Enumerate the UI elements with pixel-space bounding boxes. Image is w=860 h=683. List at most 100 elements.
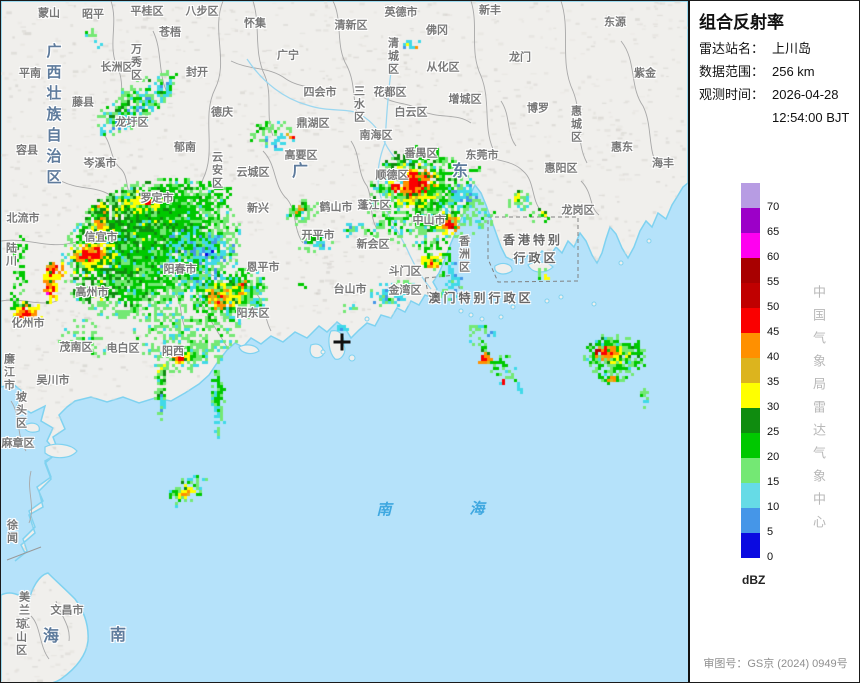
legend-swatch (741, 358, 760, 383)
map-label: 开平市 (301, 229, 335, 242)
legend-swatch (741, 208, 760, 233)
map-label: 茂南区 (59, 341, 93, 354)
map-label: 龙岗区 (561, 204, 595, 217)
map-label: 龙门 (509, 51, 531, 64)
map-label: 行政区 (513, 251, 559, 265)
station-row: 雷达站名： 上川岛 (699, 37, 849, 60)
map-label: 英德市 (384, 6, 418, 19)
map-label: 博罗 (527, 102, 549, 115)
map-label: 南海区 (359, 129, 393, 142)
obstime-date: 2026-04-28 (772, 87, 839, 102)
map-label: 鹤山市 (319, 201, 353, 214)
map-label: 蓬江区 (357, 199, 391, 212)
map-label: 郁南 (174, 141, 196, 154)
map-label: 海 (469, 500, 485, 518)
map-label: 惠阳区 (544, 162, 578, 175)
map-label: 平南 (19, 67, 41, 80)
map-label: 台山市 (333, 283, 367, 296)
map-label: 广宁 (277, 49, 299, 62)
map-approval-number: 审图号：GS京 (2024) 0949号 (703, 658, 848, 670)
map-label: 增城区 (448, 93, 482, 106)
map-label: 昭平 (82, 8, 104, 21)
map-label: 坡头区 (14, 391, 27, 430)
legend-swatch (741, 308, 760, 333)
map-label: 紫金 (634, 67, 656, 80)
map-label: 德庆 (211, 106, 233, 119)
map-label: 麻章区 (1, 437, 35, 450)
map-label: 徐闻 (5, 519, 18, 545)
map-label: 龙圩区 (115, 116, 149, 129)
map-label: 岑溪市 (83, 157, 117, 170)
map-label: 顺德区 (375, 169, 409, 182)
map-label: 琼山区 (14, 618, 27, 657)
legend-unit: dBZ (742, 573, 766, 587)
map-label: 中山市 (412, 214, 446, 227)
map-label: 新丰 (479, 4, 501, 17)
obstime-label: 观测时间： (699, 87, 765, 102)
map-label: 阳春市 (163, 263, 197, 276)
legend-tick-label: 70 (767, 201, 780, 213)
map-label: 云城区 (236, 166, 270, 179)
map-label: 清新区 (334, 19, 368, 32)
map-label: 惠东 (611, 141, 633, 154)
product-title: 组合反射率 (699, 13, 784, 32)
map-label: 斗门区 (388, 265, 422, 278)
map-label: 新兴 (247, 202, 269, 215)
legend-tick-label: 25 (767, 426, 780, 438)
map-label: 吴川市 (36, 374, 70, 387)
info-panel: 组合反射率 雷达站名： 上川岛 数据范围： 256 km 观测时间： 2026-… (688, 1, 859, 682)
map-label: 廉江市 (2, 353, 15, 392)
legend-swatch (741, 458, 760, 483)
map-label: 南 (376, 501, 392, 519)
map-label: 云安区 (210, 151, 223, 190)
legend-tick-label: 35 (767, 376, 780, 388)
map-label: 鼎湖区 (296, 117, 330, 130)
obstime-clock: 12:54:00 BJT (772, 110, 850, 125)
legend-swatch (741, 508, 760, 533)
map-label: 东源 (604, 16, 626, 29)
map-label: 东莞市 (465, 149, 499, 162)
station-label: 雷达站名： (699, 41, 765, 56)
map-label: 蒙山 (38, 7, 60, 20)
map-label: 阳东区 (236, 307, 270, 320)
legend-tick-label: 60 (767, 251, 780, 263)
legend-tick-label: 20 (767, 451, 780, 463)
map-label: 八步区 (185, 5, 219, 18)
station-value: 上川岛 (772, 41, 812, 56)
map-label: 惠城区 (569, 105, 582, 144)
legend-swatch (741, 258, 760, 283)
radar-station-marker (333, 333, 351, 351)
legend-tick-label: 10 (767, 501, 780, 513)
legend-swatch (741, 433, 760, 458)
legend-tick-label: 55 (767, 276, 780, 288)
legend-swatch (741, 383, 760, 408)
map-label: 白云区 (394, 106, 428, 119)
legend-swatch (741, 533, 760, 558)
map-label: 花都区 (373, 86, 407, 99)
map-label: 南 (109, 627, 127, 644)
map-label: 万秀区 (129, 43, 142, 82)
legend-tick-label: 65 (767, 226, 780, 238)
legend-swatch (741, 333, 760, 358)
legend-swatch (741, 408, 760, 433)
range-row: 数据范围： 256 km (699, 60, 849, 83)
map-label: 容县 (16, 144, 38, 157)
map-label: 新会区 (356, 238, 390, 251)
map-label: 罗定市 (140, 192, 174, 205)
range-value: 256 km (772, 64, 815, 79)
map-label: 海丰 (652, 157, 674, 170)
legend-tick-label: 45 (767, 326, 780, 338)
map-label: 广 (291, 163, 309, 180)
map-label: 香洲区 (457, 235, 470, 274)
map-label: 平桂区 (130, 5, 164, 18)
map-label: 佛冈 (426, 24, 448, 37)
legend-swatch (741, 283, 760, 308)
agency-watermark: 中国气象局雷达气象中心 (811, 285, 826, 538)
range-label: 数据范围： (699, 64, 765, 79)
legend-tick-label: 50 (767, 301, 780, 313)
map-label: 封开 (186, 66, 208, 79)
legend-tick-label: 30 (767, 401, 780, 413)
legend-tick-label: 40 (767, 351, 780, 363)
radar-display-window: 广西壮族自治区广东海南南海香港特别 行政区 澳门特别行政区 蒙山 昭平 平桂区 八步区 苍梧长… (0, 0, 860, 683)
radar-map: 广西壮族自治区广东海南南海香港特别 行政区 澳门特别行政区 蒙山 昭平 平桂区 八步区 苍梧长… (1, 1, 688, 682)
